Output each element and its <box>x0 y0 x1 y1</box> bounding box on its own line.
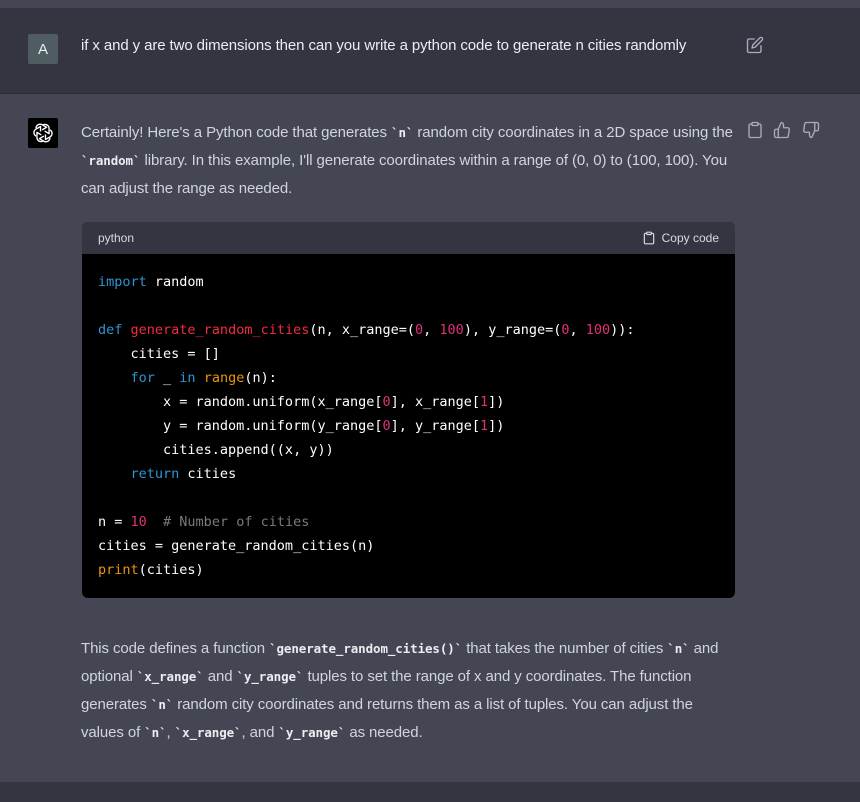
assistant-outro-text: This code defines a function `generate_r… <box>81 640 719 741</box>
inline-code: `random` <box>81 153 141 168</box>
inline-code: `n` <box>391 125 414 140</box>
inline-code: `generate_random_cities()` <box>269 641 463 656</box>
bottom-strip <box>0 782 860 802</box>
copy-code-button[interactable]: Copy code <box>642 231 719 245</box>
clipboard-icon[interactable] <box>746 121 764 139</box>
inline-code: `x_range` <box>136 669 204 684</box>
inline-code: `x_range` <box>174 725 242 740</box>
code-block: python Copy code import random def gener… <box>82 222 735 598</box>
top-strip <box>0 0 860 8</box>
inline-code: `n` <box>150 697 174 712</box>
code-content: import random def generate_random_cities… <box>98 274 635 578</box>
assistant-intro-text: Certainly! Here's a Python code that gen… <box>81 124 733 197</box>
copy-code-label: Copy code <box>661 231 719 245</box>
inline-code: `n` <box>667 641 690 656</box>
user-message-text: if x and y are two dimensions then can y… <box>81 37 687 54</box>
inline-code: `y_range` <box>236 669 304 684</box>
edit-icon[interactable] <box>746 36 764 54</box>
thumbs-up-icon[interactable] <box>773 121 791 139</box>
user-message-row: A if x and y are two dimensions then can… <box>0 8 860 94</box>
user-avatar-letter: A <box>37 40 48 58</box>
assistant-message-row: Certainly! Here's a Python code that gen… <box>0 94 860 782</box>
openai-logo-icon <box>28 118 58 148</box>
code-language-label: python <box>98 231 135 245</box>
inline-code: `y_range` <box>278 725 346 740</box>
clipboard-icon <box>643 231 654 245</box>
user-avatar: A <box>28 34 58 64</box>
code-block-header: python Copy code <box>82 222 735 254</box>
inline-code: `n` <box>144 725 167 740</box>
thumbs-down-icon[interactable] <box>802 121 820 139</box>
